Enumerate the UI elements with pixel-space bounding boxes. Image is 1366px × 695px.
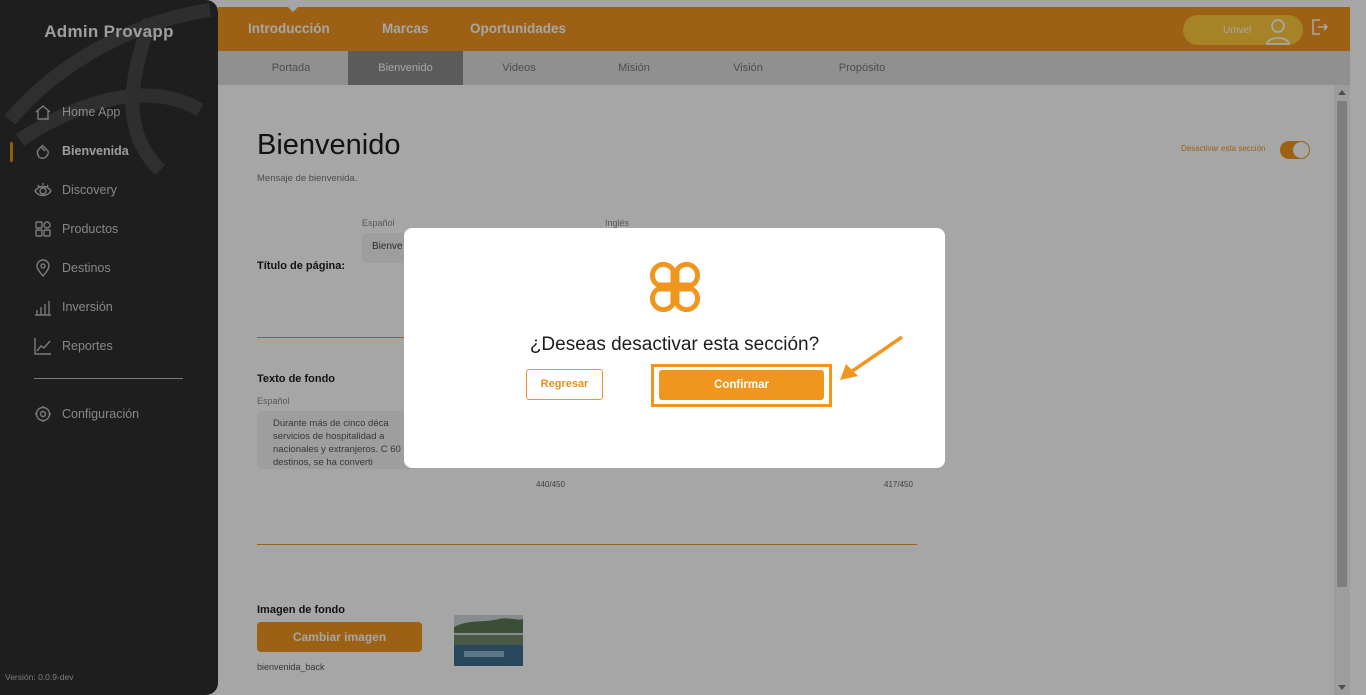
confirm-button-highlight: Confirmar: [651, 364, 832, 407]
back-button[interactable]: Regresar: [526, 369, 603, 400]
confirm-button[interactable]: Confirmar: [659, 370, 824, 400]
clover-logo-icon: [649, 261, 701, 313]
annotation-arrow-icon: [840, 335, 903, 380]
